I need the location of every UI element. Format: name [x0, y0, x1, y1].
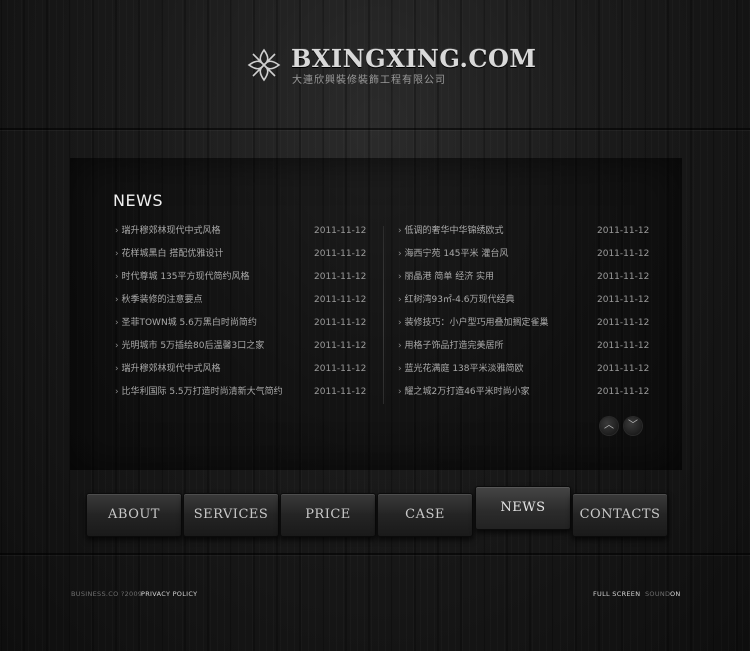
- news-item-title[interactable]: 瑞升穆郊林现代中式风格: [115, 361, 220, 378]
- news-item-title[interactable]: 海西宁苑 145平米 灌台风: [398, 246, 508, 263]
- flower-emblem-icon: [247, 48, 281, 82]
- news-item[interactable]: 瑞升穆郊林现代中式风格 2011-11-12: [115, 361, 367, 384]
- news-item-date: 2011-11-12: [597, 249, 650, 259]
- news-item[interactable]: 丽晶港 简单 经济 实用 2011-11-12: [398, 269, 650, 292]
- news-list-left: 瑞升穆郊林现代中式风格 2011-11-12 花样城黑白 搭配优雅设计 2011-1…: [115, 223, 367, 407]
- nav-about[interactable]: ABOUT: [86, 493, 182, 537]
- nav-case[interactable]: CASE: [377, 493, 473, 537]
- news-item[interactable]: 圣菲TOWN城 5.6万黑白时尚简约 2011-11-12: [115, 315, 367, 338]
- nav-contacts[interactable]: CONTACTS: [572, 493, 668, 537]
- news-heading: NEWS: [113, 191, 164, 210]
- wood-seam: [0, 128, 750, 130]
- news-item[interactable]: 时代尊城 135平方现代简约风格 2011-11-12: [115, 269, 367, 292]
- news-item-title[interactable]: 光明城市 5万插绘80后温馨3口之家: [115, 338, 264, 355]
- chevron-up-icon: ︿: [604, 420, 614, 431]
- news-item-date: 2011-11-12: [597, 387, 650, 397]
- news-item-date: 2011-11-12: [314, 272, 367, 282]
- scroll-up-button[interactable]: ︿: [600, 417, 618, 435]
- nav-news[interactable]: NEWS: [475, 486, 571, 530]
- news-item[interactable]: 瑞升穆郊林现代中式风格 2011-11-12: [115, 223, 367, 246]
- news-item-title[interactable]: 红树湾93㎡-4.6万现代经典: [398, 292, 514, 309]
- news-item[interactable]: 秋季装修的注意要点 2011-11-12: [115, 292, 367, 315]
- logo-title: BXINGXING.COM: [291, 44, 537, 73]
- news-item-title[interactable]: 用格子饰品打造完美居所: [398, 338, 503, 355]
- news-item-title[interactable]: 花样城黑白 搭配优雅设计: [115, 246, 223, 263]
- sound-toggle[interactable]: ON: [670, 590, 681, 598]
- news-item-date: 2011-11-12: [597, 341, 650, 351]
- news-item[interactable]: 比华利国际 5.5万打造时尚清新大气简约 2011-11-12: [115, 384, 367, 407]
- logo-subtitle: 大連欣興裝修裝飾工程有限公司: [292, 75, 446, 86]
- news-item-date: 2011-11-12: [597, 295, 650, 305]
- news-item[interactable]: 用格子饰品打造完美居所 2011-11-12: [398, 338, 650, 361]
- wood-seam: [0, 553, 750, 555]
- news-item-date: 2011-11-12: [314, 341, 367, 351]
- copyright-text: BUSINESS.CO ?2009: [71, 590, 143, 598]
- news-item-date: 2011-11-12: [314, 226, 367, 236]
- news-item-title[interactable]: 瑞升穆郊林现代中式风格: [115, 223, 220, 240]
- news-item-date: 2011-11-12: [597, 272, 650, 282]
- news-item[interactable]: 花样城黑白 搭配优雅设计 2011-11-12: [115, 246, 367, 269]
- news-item[interactable]: 红树湾93㎡-4.6万现代经典 2011-11-12: [398, 292, 650, 315]
- news-item[interactable]: 海西宁苑 145平米 灌台风 2011-11-12: [398, 246, 650, 269]
- news-item-title[interactable]: 时代尊城 135平方现代简约风格: [115, 269, 249, 286]
- logo[interactable]: BXINGXING.COM 大連欣興裝修裝飾工程有限公司: [245, 44, 536, 88]
- nav-services[interactable]: SERVICES: [183, 493, 279, 537]
- news-item-date: 2011-11-12: [597, 318, 650, 328]
- sound-label: SOUND:: [645, 590, 673, 598]
- news-item-title[interactable]: 圣菲TOWN城 5.6万黑白时尚简约: [115, 315, 256, 332]
- news-item[interactable]: 低调的奢华中华锦绣欧式 2011-11-12: [398, 223, 650, 246]
- news-item[interactable]: 装修技巧：小户型巧用叠加搁定雀巢 2011-11-12: [398, 315, 650, 338]
- news-item-date: 2011-11-12: [597, 364, 650, 374]
- scroll-down-button[interactable]: ﹀: [624, 417, 642, 435]
- nav-price[interactable]: PRICE: [280, 493, 376, 537]
- full-screen-link[interactable]: FULL SCREEN: [593, 590, 640, 598]
- news-item-date: 2011-11-12: [314, 364, 367, 374]
- news-item-date: 2011-11-12: [314, 318, 367, 328]
- column-divider: [383, 226, 384, 404]
- news-list-right: 低调的奢华中华锦绣欧式 2011-11-12 海西宁苑 145平米 灌台风 2011…: [398, 223, 650, 407]
- chevron-down-icon: ﹀: [628, 420, 638, 431]
- news-item-title[interactable]: 低调的奢华中华锦绣欧式: [398, 223, 503, 240]
- news-item-title[interactable]: 蓝光花满庭 138平米淡雅简欧: [398, 361, 523, 378]
- news-item-date: 2011-11-12: [314, 249, 367, 259]
- news-item-title[interactable]: 比华利国际 5.5万打造时尚清新大气简约: [115, 384, 282, 401]
- news-item-title[interactable]: 耀之城2万打造46平米时尚小家: [398, 384, 529, 401]
- news-item[interactable]: 耀之城2万打造46平米时尚小家 2011-11-12: [398, 384, 650, 407]
- news-item[interactable]: 蓝光花满庭 138平米淡雅简欧 2011-11-12: [398, 361, 650, 384]
- news-item[interactable]: 光明城市 5万插绘80后温馨3口之家 2011-11-12: [115, 338, 367, 361]
- news-item-title[interactable]: 装修技巧：小户型巧用叠加搁定雀巢: [398, 315, 548, 332]
- news-item-title[interactable]: 秋季装修的注意要点: [115, 292, 202, 309]
- news-item-date: 2011-11-12: [314, 295, 367, 305]
- news-item-date: 2011-11-12: [314, 387, 367, 397]
- news-item-title[interactable]: 丽晶港 简单 经济 实用: [398, 269, 494, 286]
- privacy-policy-link[interactable]: PRIVACY POLICY: [141, 590, 197, 598]
- news-item-date: 2011-11-12: [597, 226, 650, 236]
